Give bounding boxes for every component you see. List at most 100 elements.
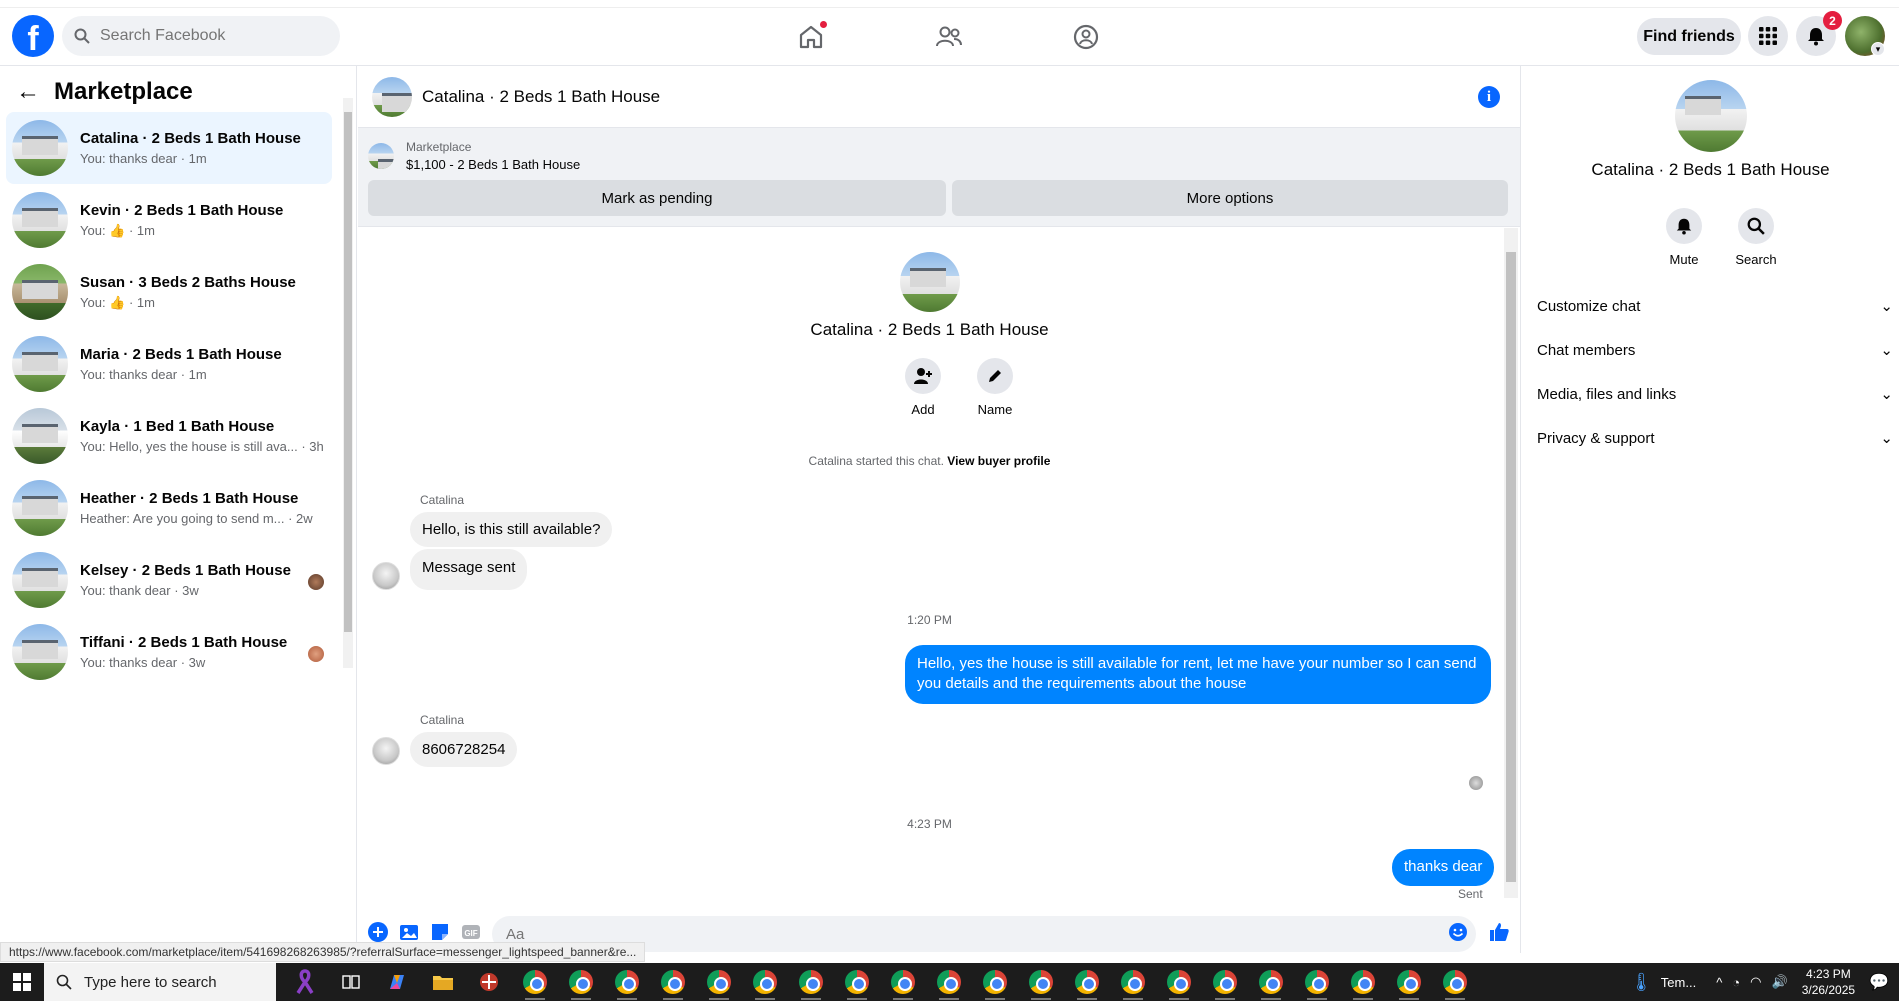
task-view-icon[interactable] (328, 963, 374, 1001)
clock[interactable]: 4:23 PM 3/26/2025 (1802, 966, 1855, 998)
chrome-icon[interactable] (604, 963, 650, 1001)
chrome-icon[interactable] (1202, 963, 1248, 1001)
chrome-icon[interactable] (1294, 963, 1340, 1001)
scrollbar-thumb[interactable] (1506, 252, 1516, 882)
emoji-button[interactable] (1447, 921, 1469, 943)
search-facebook[interactable] (62, 16, 340, 56)
add-people-button[interactable]: Add (893, 358, 953, 417)
conversation-item[interactable]: Kelsey · 2 Beds 1 Bath House You: thank d… (6, 544, 332, 616)
chrome-icon[interactable] (1432, 963, 1478, 1001)
chrome-icon[interactable] (1386, 963, 1432, 1001)
conversation-item[interactable]: Susan · 3 Beds 2 Baths House You: 👍 · 1m (6, 256, 332, 328)
network-icon[interactable]: ◔ (1732, 975, 1740, 990)
chrome-icon[interactable] (1064, 963, 1110, 1001)
chrome-icon[interactable] (972, 963, 1018, 1001)
file-explorer-icon[interactable] (420, 963, 466, 1001)
conversation-preview: You: thanks dear · 1m (80, 367, 207, 382)
conversation-item[interactable]: Kevin · 2 Beds 1 Bath House You: 👍 · 1m (6, 184, 332, 256)
chat-scrollbar[interactable] (1504, 228, 1518, 898)
sticker-button[interactable] (429, 921, 451, 943)
sticker-icon (432, 924, 448, 940)
wifi-icon[interactable]: ◠ (1750, 974, 1761, 990)
media-files-links-section[interactable]: Media, files and links ⌄ (1537, 372, 1893, 416)
search-input[interactable] (100, 27, 320, 45)
sender-avatar[interactable] (372, 737, 400, 765)
chrome-icon[interactable] (512, 963, 558, 1001)
info-icon[interactable]: i (1478, 86, 1500, 108)
sidebar-scrollbar[interactable] (343, 98, 353, 668)
chevron-up-icon[interactable]: ^ (1716, 975, 1722, 990)
find-friends-button[interactable]: Find friends (1637, 18, 1741, 55)
conversation-item[interactable]: Kayla · 1 Bed 1 Bath House You: Hello, ye… (6, 400, 332, 472)
like-send-button[interactable] (1488, 921, 1510, 943)
sender-avatar[interactable] (372, 562, 400, 590)
chrome-icon[interactable] (880, 963, 926, 1001)
conversation-item[interactable]: Heather · 2 Beds 1 Bath House Heather: Ar… (6, 472, 332, 544)
incoming-message[interactable]: 8606728254 (410, 732, 518, 767)
outgoing-message[interactable]: thanks dear (1392, 849, 1495, 886)
chat-title[interactable]: Catalina · 2 Beds 1 Bath House (422, 87, 660, 107)
scrollbar-thumb[interactable] (344, 112, 352, 632)
chevron-down-icon[interactable]: ▾ (1871, 42, 1885, 56)
conversation-item[interactable]: Tiffani · 2 Beds 1 Bath House You: thanks… (6, 616, 332, 688)
incoming-message[interactable]: Message sent (410, 549, 528, 590)
menu-button[interactable] (1748, 16, 1788, 56)
thermometer-icon[interactable]: 🌡 (1630, 972, 1653, 993)
chrome-icon[interactable] (1340, 963, 1386, 1001)
groups-nav[interactable] (1071, 22, 1101, 52)
chrome-icon[interactable] (834, 963, 880, 1001)
conversation-item[interactable]: Maria · 2 Beds 1 Bath House You: thanks d… (6, 328, 332, 400)
chevron-down-icon: ⌄ (1880, 342, 1893, 359)
weather-text[interactable]: Tem... (1661, 975, 1696, 990)
chrome-icon[interactable] (742, 963, 788, 1001)
notifications-button[interactable]: 2 (1796, 11, 1842, 56)
attach-photo-button[interactable] (398, 921, 420, 943)
incoming-message[interactable]: Hello, is this still available? (410, 512, 613, 547)
chrome-icon[interactable] (1018, 963, 1064, 1001)
listing-thumbnail (12, 336, 68, 392)
conversation-name: Kayla · 1 Bed 1 Bath House (80, 418, 275, 435)
conversation-item[interactable]: Catalina · 2 Beds 1 Bath House You: thank… (6, 112, 332, 184)
mute-button[interactable]: Mute (1654, 208, 1714, 267)
notification-center-icon[interactable]: 💬 (1869, 972, 1889, 992)
customize-chat-section[interactable]: Customize chat ⌄ (1537, 284, 1893, 328)
chrome-icon[interactable] (1248, 963, 1294, 1001)
chat-avatar[interactable] (372, 76, 412, 117)
taskbar-search[interactable]: Type here to search (44, 963, 276, 1001)
conversation-preview: You: 👍 · 1m (80, 222, 155, 238)
chrome-icon[interactable] (650, 963, 696, 1001)
facebook-logo[interactable]: f (12, 15, 54, 57)
message-timestamp: 4:23 PM (907, 817, 952, 831)
chrome-icon[interactable] (1156, 963, 1202, 1001)
volume-icon[interactable]: 🔊 (1772, 974, 1788, 990)
back-arrow-icon[interactable]: ← (16, 78, 40, 106)
chat-members-section[interactable]: Chat members ⌄ (1537, 328, 1893, 372)
search-in-chat-button[interactable]: Search (1726, 208, 1786, 267)
mark-as-pending-button[interactable]: Mark as pending (368, 180, 946, 216)
start-button[interactable] (0, 963, 44, 1001)
chrome-icon[interactable] (926, 963, 972, 1001)
chat-header: Catalina · 2 Beds 1 Bath House i (358, 66, 1520, 128)
chrome-icon[interactable] (788, 963, 834, 1001)
conversation-name: Tiffani · 2 Beds 1 Bath House (80, 634, 288, 651)
chrome-icon[interactable] (696, 963, 742, 1001)
chat-started-notice: Catalina started this chat. View buyer p… (358, 454, 1501, 468)
more-actions-button[interactable] (367, 921, 389, 943)
chrome-icon[interactable] (558, 963, 604, 1001)
message-input[interactable] (506, 925, 1406, 943)
listing-info[interactable]: Marketplace $1,100 - 2 Beds 1 Bath House (368, 140, 580, 172)
more-options-button[interactable]: More options (952, 180, 1508, 216)
chrome-icon[interactable] (1110, 963, 1156, 1001)
name-chat-button[interactable]: Name (965, 358, 1025, 417)
gif-button[interactable]: GIF (460, 921, 482, 943)
app-icon[interactable] (466, 963, 512, 1001)
awareness-ribbon-icon[interactable] (282, 963, 328, 1001)
home-nav[interactable] (796, 20, 828, 52)
privacy-support-section[interactable]: Privacy & support ⌄ (1537, 416, 1893, 460)
clock-date: 3/26/2025 (1801, 983, 1856, 997)
friends-nav[interactable] (934, 22, 964, 52)
outgoing-message[interactable]: Hello, yes the house is still available … (905, 645, 1491, 704)
view-buyer-profile-link[interactable]: View buyer profile (947, 454, 1050, 468)
copilot-icon[interactable] (374, 963, 420, 1001)
listing-thumbnail (12, 552, 68, 608)
